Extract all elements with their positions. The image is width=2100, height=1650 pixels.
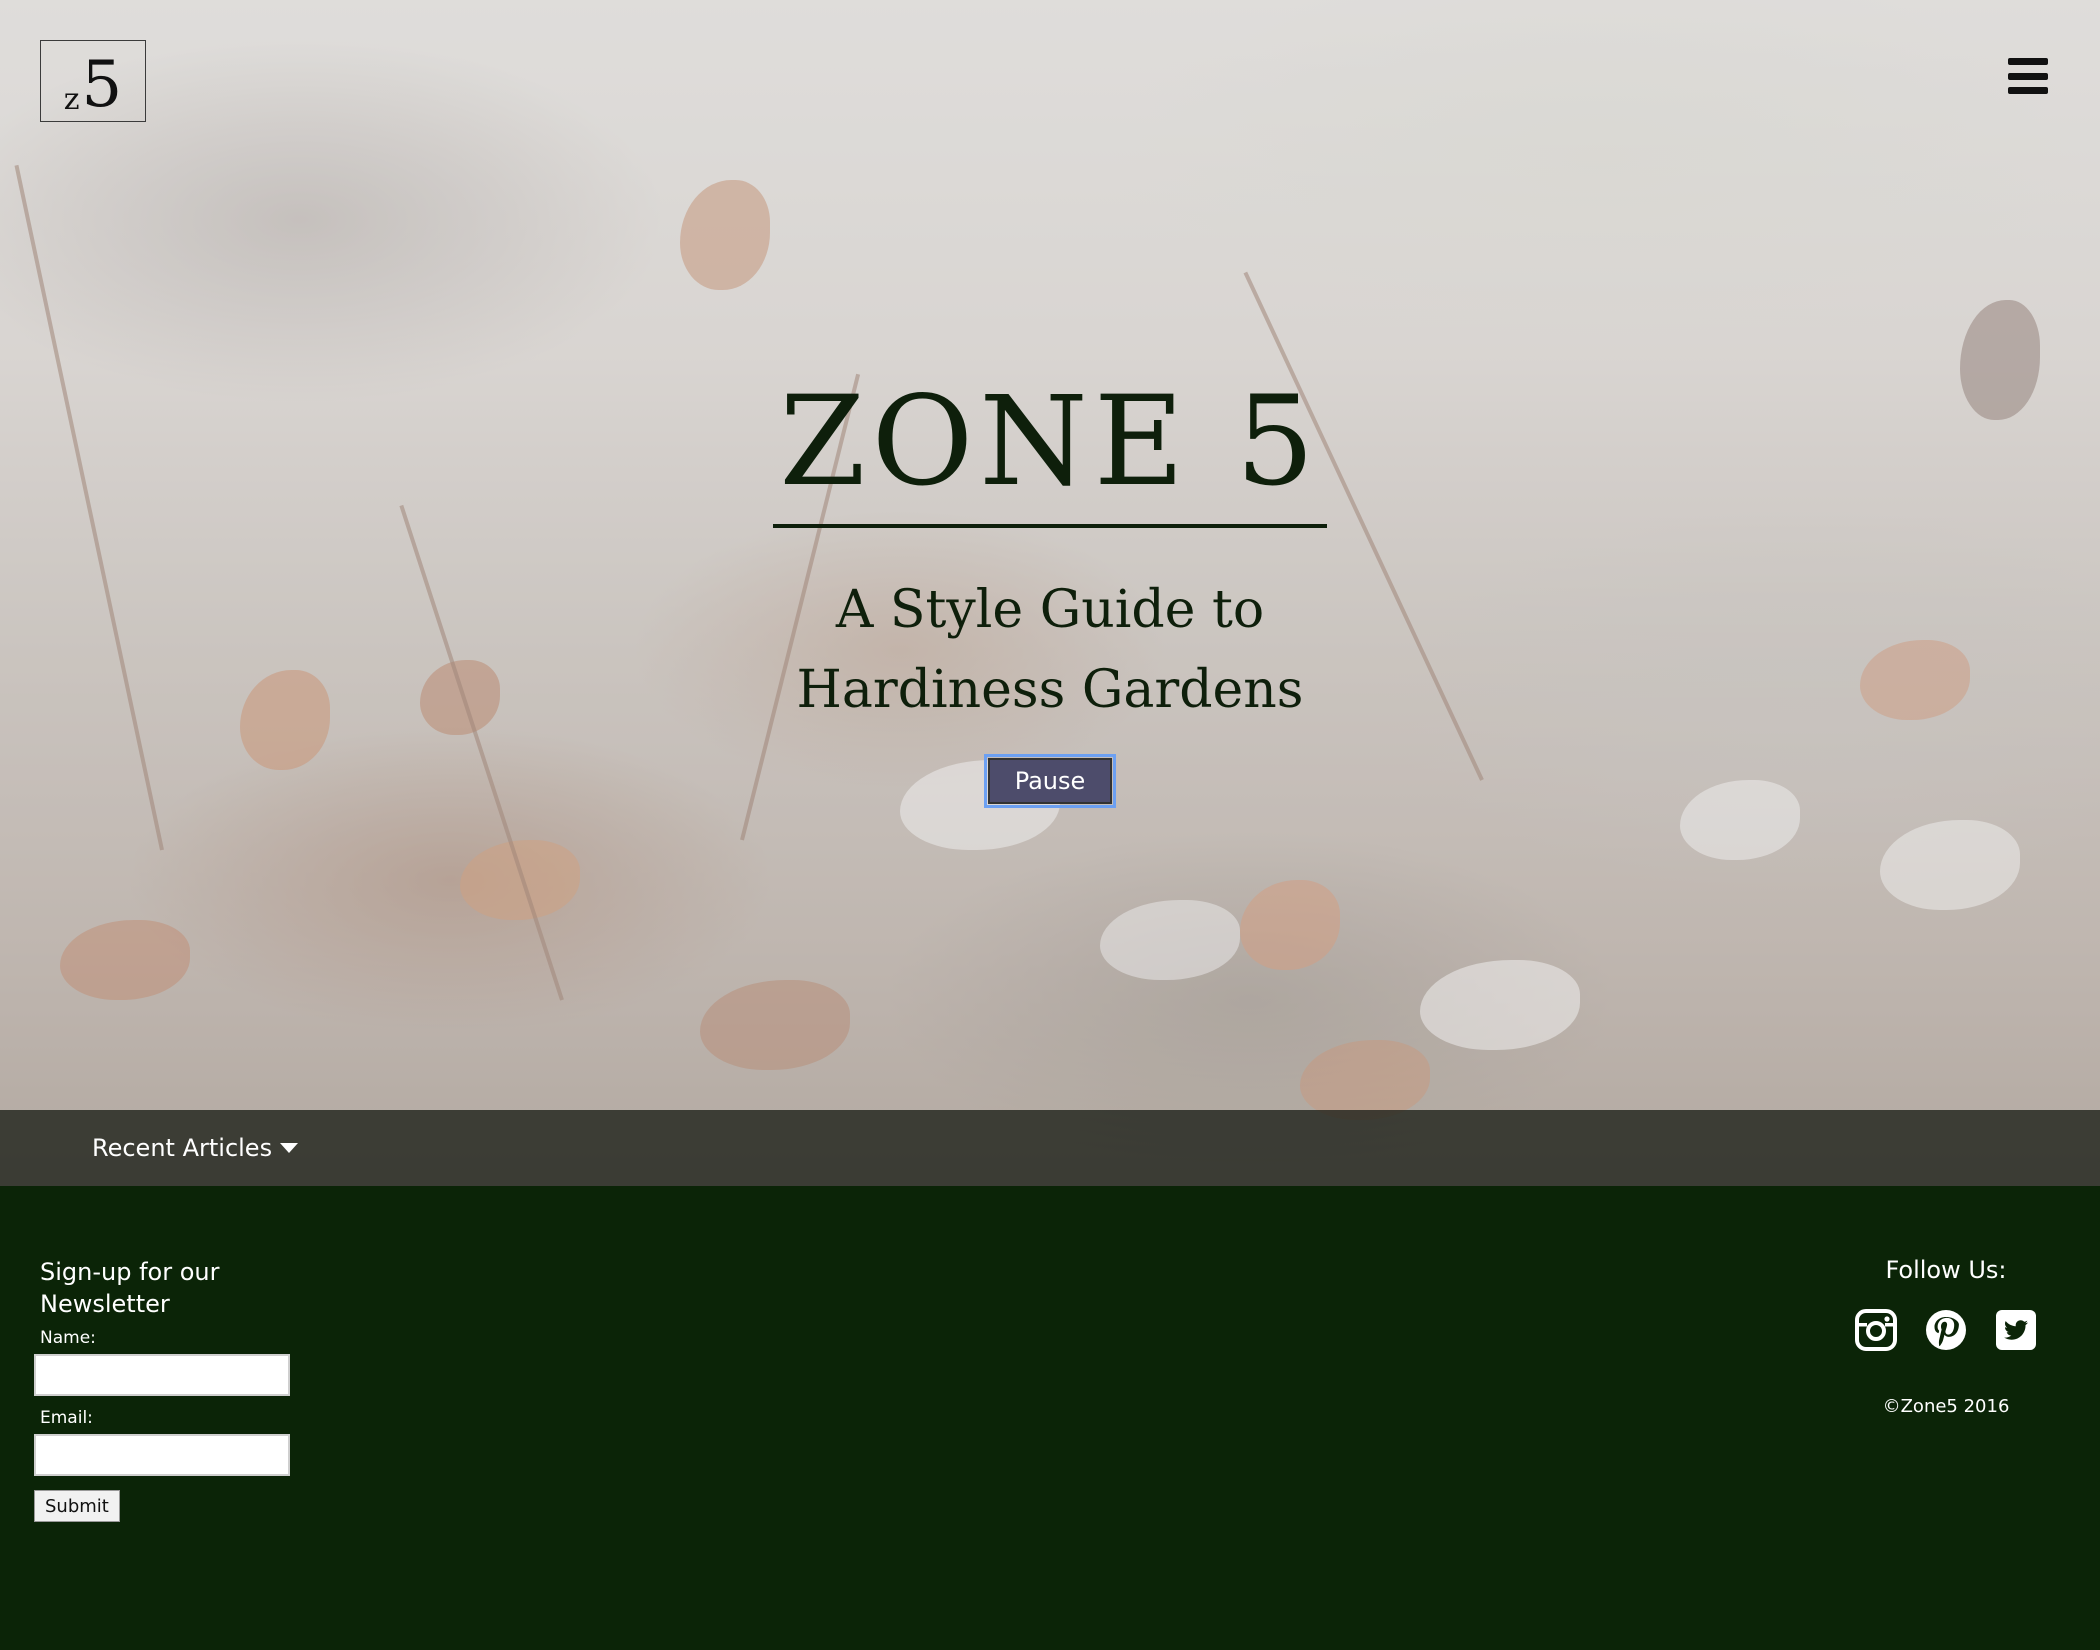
hero-subtitle-line2: Hardiness Gardens: [796, 660, 1304, 720]
instagram-icon[interactable]: [1854, 1308, 1898, 1352]
newsletter-signup: Sign-up for our Newsletter Name: Email: …: [34, 1256, 304, 1522]
hero-content: ZONE 5 A Style Guide to Hardiness Garden…: [0, 380, 2100, 808]
email-label: Email:: [40, 1408, 93, 1428]
recent-articles-dropdown[interactable]: Recent Articles: [92, 1134, 299, 1162]
name-field[interactable]: [34, 1354, 290, 1396]
recent-articles-bar: Recent Articles: [0, 1110, 2100, 1186]
submit-button[interactable]: Submit: [34, 1490, 120, 1522]
follow-us: Follow Us: ©Zone5 2016: [1836, 1256, 2056, 1417]
menu-bar: [2008, 58, 2048, 65]
twitter-icon[interactable]: [1994, 1308, 2038, 1352]
newsletter-heading-line2: Newsletter: [40, 1290, 170, 1318]
hero-subtitle-line1: A Style Guide to: [835, 580, 1265, 640]
email-field[interactable]: [34, 1434, 290, 1476]
name-label: Name:: [40, 1328, 96, 1348]
menu-bar: [2008, 87, 2048, 94]
hamburger-menu-icon[interactable]: [2008, 58, 2048, 94]
footer: Sign-up for our Newsletter Name: Email: …: [0, 1186, 2100, 1650]
pinterest-icon[interactable]: [1924, 1308, 1968, 1352]
hero-title: ZONE 5: [773, 380, 1327, 528]
menu-bar: [2008, 72, 2048, 80]
social-links: [1836, 1308, 2056, 1352]
newsletter-heading-line1: Sign-up for our: [40, 1258, 220, 1286]
site-logo[interactable]: z 5: [40, 40, 146, 122]
hero-subtitle: A Style Guide to Hardiness Gardens: [0, 570, 2100, 730]
logo-letter: z: [63, 82, 80, 117]
follow-heading: Follow Us:: [1885, 1256, 2007, 1284]
copyright: ©Zone5 2016: [1882, 1396, 2010, 1417]
hero-video-background: z 5 ZONE 5 A Style Guide to Hardiness Ga…: [0, 0, 2100, 1186]
caret-down-icon: [280, 1143, 299, 1153]
pause-button[interactable]: Pause: [984, 754, 1116, 808]
newsletter-heading: Sign-up for our Newsletter: [40, 1256, 304, 1320]
recent-articles-label: Recent Articles: [92, 1134, 273, 1162]
logo-number: 5: [81, 48, 123, 123]
